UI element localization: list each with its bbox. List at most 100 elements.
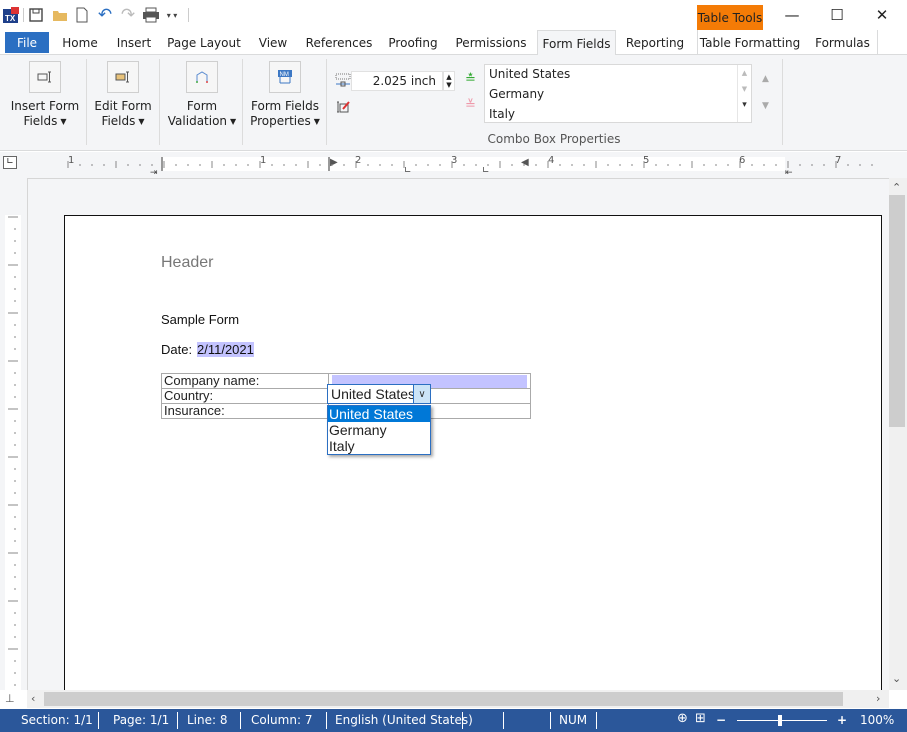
field-width-input[interactable]: 2.025 inch <box>351 71 443 91</box>
scroll-down-icon[interactable]: ▼ <box>738 85 751 93</box>
list-item[interactable]: United States <box>489 67 570 81</box>
form-fields-properties-button[interactable]: NM Form Fields Properties ▼ <box>250 59 320 129</box>
tab-view[interactable]: View <box>252 30 294 55</box>
divider <box>188 8 189 22</box>
document-title[interactable]: Sample Form <box>161 312 239 327</box>
group-divider <box>326 59 327 145</box>
zoom-in-button[interactable]: + <box>837 713 847 727</box>
chevron-down-icon: ▼ <box>60 117 67 126</box>
svg-text:NM: NM <box>280 72 289 78</box>
country-dropdown-list[interactable]: United States Germany Italy <box>327 405 431 455</box>
tab-formulas[interactable]: Formulas <box>808 30 878 55</box>
new-icon[interactable] <box>74 6 90 24</box>
status-divider <box>177 712 178 729</box>
field-width-icon <box>335 72 351 88</box>
undo-icon[interactable]: ↶ <box>97 5 113 25</box>
chevron-down-icon: ▼ <box>138 117 145 126</box>
page-width-icon[interactable]: ⊞ <box>695 711 706 726</box>
tab-reporting[interactable]: Reporting <box>622 30 688 55</box>
edit-form-fields-button[interactable]: Edit Form Fields ▼ <box>93 59 153 129</box>
country-dropdown-value: United States <box>331 386 416 402</box>
scroll-up-icon[interactable]: ▲ <box>738 69 751 77</box>
tab-insert[interactable]: Insert <box>112 30 156 55</box>
form-validation-button[interactable]: Form Validation ▼ <box>166 59 238 129</box>
company-name-label: Company name: <box>161 373 329 389</box>
spin-down-icon[interactable]: ▼ <box>446 81 451 89</box>
edit-form-fields-label-2: Fields <box>101 114 136 128</box>
spin-up-icon[interactable]: ▲ <box>446 73 451 81</box>
status-divider <box>98 712 99 729</box>
move-item-up-icon[interactable]: ▲ <box>762 74 769 84</box>
minimize-button[interactable]: — <box>772 4 812 26</box>
chevron-down-icon: ▼ <box>313 117 320 126</box>
ruler-corner-icon: ⊥ <box>5 692 15 705</box>
zoom-slider-track[interactable] <box>737 720 827 721</box>
scroll-up-icon[interactable]: ⌃ <box>892 181 901 194</box>
form-validation-icon <box>186 61 218 93</box>
ruler-ticks <box>67 161 873 168</box>
tab-home[interactable]: Home <box>56 30 104 55</box>
scroll-down-icon[interactable]: ⌄ <box>892 672 901 685</box>
status-language[interactable]: English (United States) <box>335 713 473 727</box>
zoom-level: 100% <box>860 713 895 727</box>
dropdown-option[interactable]: United States <box>328 406 430 422</box>
tab-proofing[interactable]: Proofing <box>383 30 443 55</box>
date-form-field[interactable]: 2/11/2021 <box>197 342 254 357</box>
edit-field-icon[interactable] <box>335 99 351 115</box>
insurance-label: Insurance: <box>161 403 329 419</box>
insert-form-fields-label-2: Fields <box>23 114 58 128</box>
redo-icon[interactable]: ↷ <box>120 5 136 25</box>
tab-page-layout[interactable]: Page Layout <box>164 30 244 55</box>
dropdown-option[interactable]: Germany <box>328 422 430 438</box>
insert-form-fields-button[interactable]: Insert Form Fields ▼ <box>11 59 79 129</box>
ribbon-tabs: File Home Insert Page Layout View Refere… <box>0 30 907 56</box>
add-item-icon[interactable]: ≛ <box>465 73 479 87</box>
status-section: Section: 1/1 <box>21 713 93 727</box>
tab-stop-selector-icon[interactable]: ∟ <box>3 156 17 169</box>
field-width-spinner[interactable]: ▲ ▼ <box>443 71 455 91</box>
scroll-left-icon[interactable]: ‹ <box>31 692 35 705</box>
customize-dropdown-icon[interactable]: ▾ ▾ <box>162 6 182 24</box>
document-page[interactable] <box>64 215 882 695</box>
tab-file[interactable]: File <box>5 32 49 53</box>
tab-references[interactable]: References <box>302 30 376 55</box>
open-icon[interactable] <box>52 6 68 24</box>
chevron-down-icon[interactable]: ∨ <box>413 385 430 403</box>
group-divider <box>782 59 783 145</box>
dropdown-option[interactable]: Italy <box>328 438 430 454</box>
list-scrollbar[interactable]: ▲ ▼ ▾ <box>737 65 751 122</box>
list-item[interactable]: Germany <box>489 87 544 101</box>
save-icon[interactable] <box>28 6 44 24</box>
horizontal-scroll-thumb[interactable] <box>44 692 843 706</box>
move-item-down-icon[interactable]: ▼ <box>762 101 769 111</box>
status-num-lock: NUM <box>559 713 588 727</box>
form-validation-label-1: Form <box>186 99 218 113</box>
status-divider <box>240 712 241 729</box>
tx-app-icon[interactable]: TX <box>2 6 20 24</box>
expand-list-icon[interactable]: ▾ <box>738 100 751 110</box>
contextual-group-table-tools: Table Tools <box>697 5 763 30</box>
page-header-text[interactable]: Header <box>161 254 213 272</box>
form-fields-properties-icon: NM <box>269 61 301 93</box>
group-divider <box>86 59 87 145</box>
zoom-slider-thumb[interactable] <box>778 715 782 726</box>
delete-item-icon[interactable]: ≚ <box>465 99 479 113</box>
chevron-down-icon: ▼ <box>230 117 237 126</box>
list-item[interactable]: Italy <box>489 107 515 121</box>
scroll-right-icon[interactable]: › <box>876 692 880 705</box>
country-dropdown[interactable]: United States ∨ <box>327 384 431 404</box>
zoom-out-button[interactable]: − <box>716 713 726 727</box>
tab-table-formatting[interactable]: Table Formatting <box>697 30 802 55</box>
vertical-scroll-thumb[interactable] <box>889 195 905 427</box>
maximize-button[interactable]: ☐ <box>817 4 857 26</box>
combo-items-list[interactable]: United States Germany Italy ▲ ▼ ▾ <box>484 64 752 123</box>
print-icon[interactable] <box>142 6 160 24</box>
status-divider <box>326 712 327 729</box>
close-button[interactable]: ✕ <box>862 4 902 26</box>
vertical-ruler-ticks <box>8 216 18 686</box>
form-validation-label-2: Validation <box>167 114 228 128</box>
tab-form-fields[interactable]: Form Fields <box>537 30 616 56</box>
page-view-icon[interactable]: ⊕ <box>677 711 688 726</box>
group-divider <box>242 59 243 145</box>
tab-permissions[interactable]: Permissions <box>451 30 531 55</box>
